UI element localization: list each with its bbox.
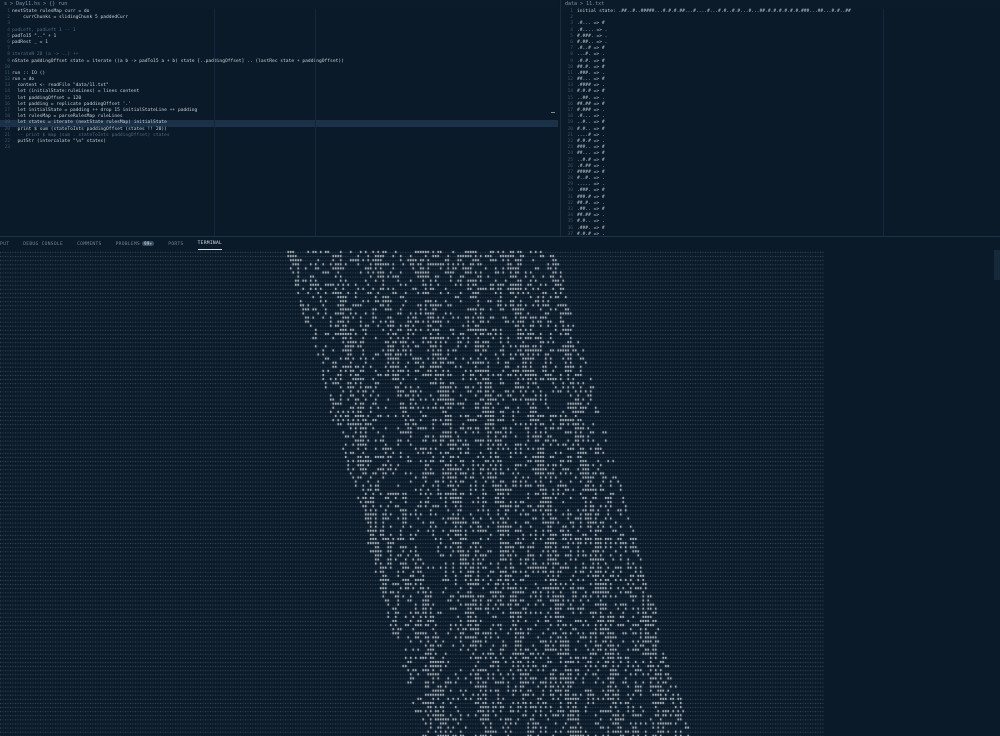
breadcrumb-item[interactable]: Day11.hs — [16, 1, 40, 7]
code-line: 23 — [0, 145, 558, 151]
tab-debug-console[interactable]: DEBUG CONSOLE — [23, 239, 63, 250]
breadcrumb-item[interactable]: {} run — [49, 1, 67, 7]
breadcrumb-item[interactable]: data — [565, 1, 577, 7]
tab-put[interactable]: PUT — [0, 239, 9, 250]
terminal[interactable] — [0, 250, 1000, 736]
breadcrumb: s > Day11.hs >{} run — [0, 0, 558, 9]
panel-tab-bar: PUT DEBUG CONSOLE COMMENTS PROBLEMS 99+ PORTS… — [0, 236, 1000, 251]
code-text: currChunks = slidingChunk 5 paddedCurr — [12, 15, 129, 21]
chevron-right-icon: > — [10, 1, 14, 7]
tab-terminal[interactable]: TERMINAL — [197, 238, 223, 250]
chevron-right-icon: > — [580, 1, 584, 7]
tab-comments[interactable]: COMMENTS — [77, 239, 102, 250]
chevron-right-icon: > — [43, 1, 47, 7]
tab-problems[interactable]: PROBLEMS 99+ — [116, 238, 155, 250]
code-editor[interactable]: 1 initial state: .##..#..#####...#.#.#.##… — [561, 9, 1000, 236]
code-text: initial state: .##..#..#####...#.#.#.##.… — [577, 9, 851, 14]
editor-area: s > Day11.hs >{} run 1 nextState rulesMap cu… — [0, 0, 1000, 236]
indent-guide — [315, 9, 316, 236]
breadcrumb-item[interactable]: 11.txt — [586, 1, 604, 7]
problems-count-badge: 99+ — [142, 241, 155, 246]
editor-pane-right[interactable]: data >11.txt 1 initial state: .##..#..####… — [560, 0, 1000, 236]
code-text: nState paddingOffset state = iterate ((a… — [12, 58, 344, 64]
line-number: 23 — [4, 145, 10, 151]
terminal-scrollbar[interactable] — [994, 250, 1000, 280]
breadcrumb: data >11.txt — [561, 0, 1000, 9]
code-text: putStr (intercalate "\n" states) — [12, 138, 107, 144]
indent-guide — [214, 9, 215, 236]
breadcrumb-item[interactable]: s — [4, 1, 7, 7]
terminal-output — [0, 250, 1000, 736]
indent-guide — [883, 9, 884, 236]
minimap-marker — [551, 112, 555, 113]
tab-ports[interactable]: PORTS — [168, 239, 183, 250]
editor-pane-left[interactable]: s > Day11.hs >{} run 1 nextState rulesMap cu… — [0, 0, 558, 236]
code-text: padRest _ = 1 — [12, 39, 48, 45]
code-editor[interactable]: 1 nextState rulesMap curr = do 2 currChunk… — [0, 9, 558, 151]
